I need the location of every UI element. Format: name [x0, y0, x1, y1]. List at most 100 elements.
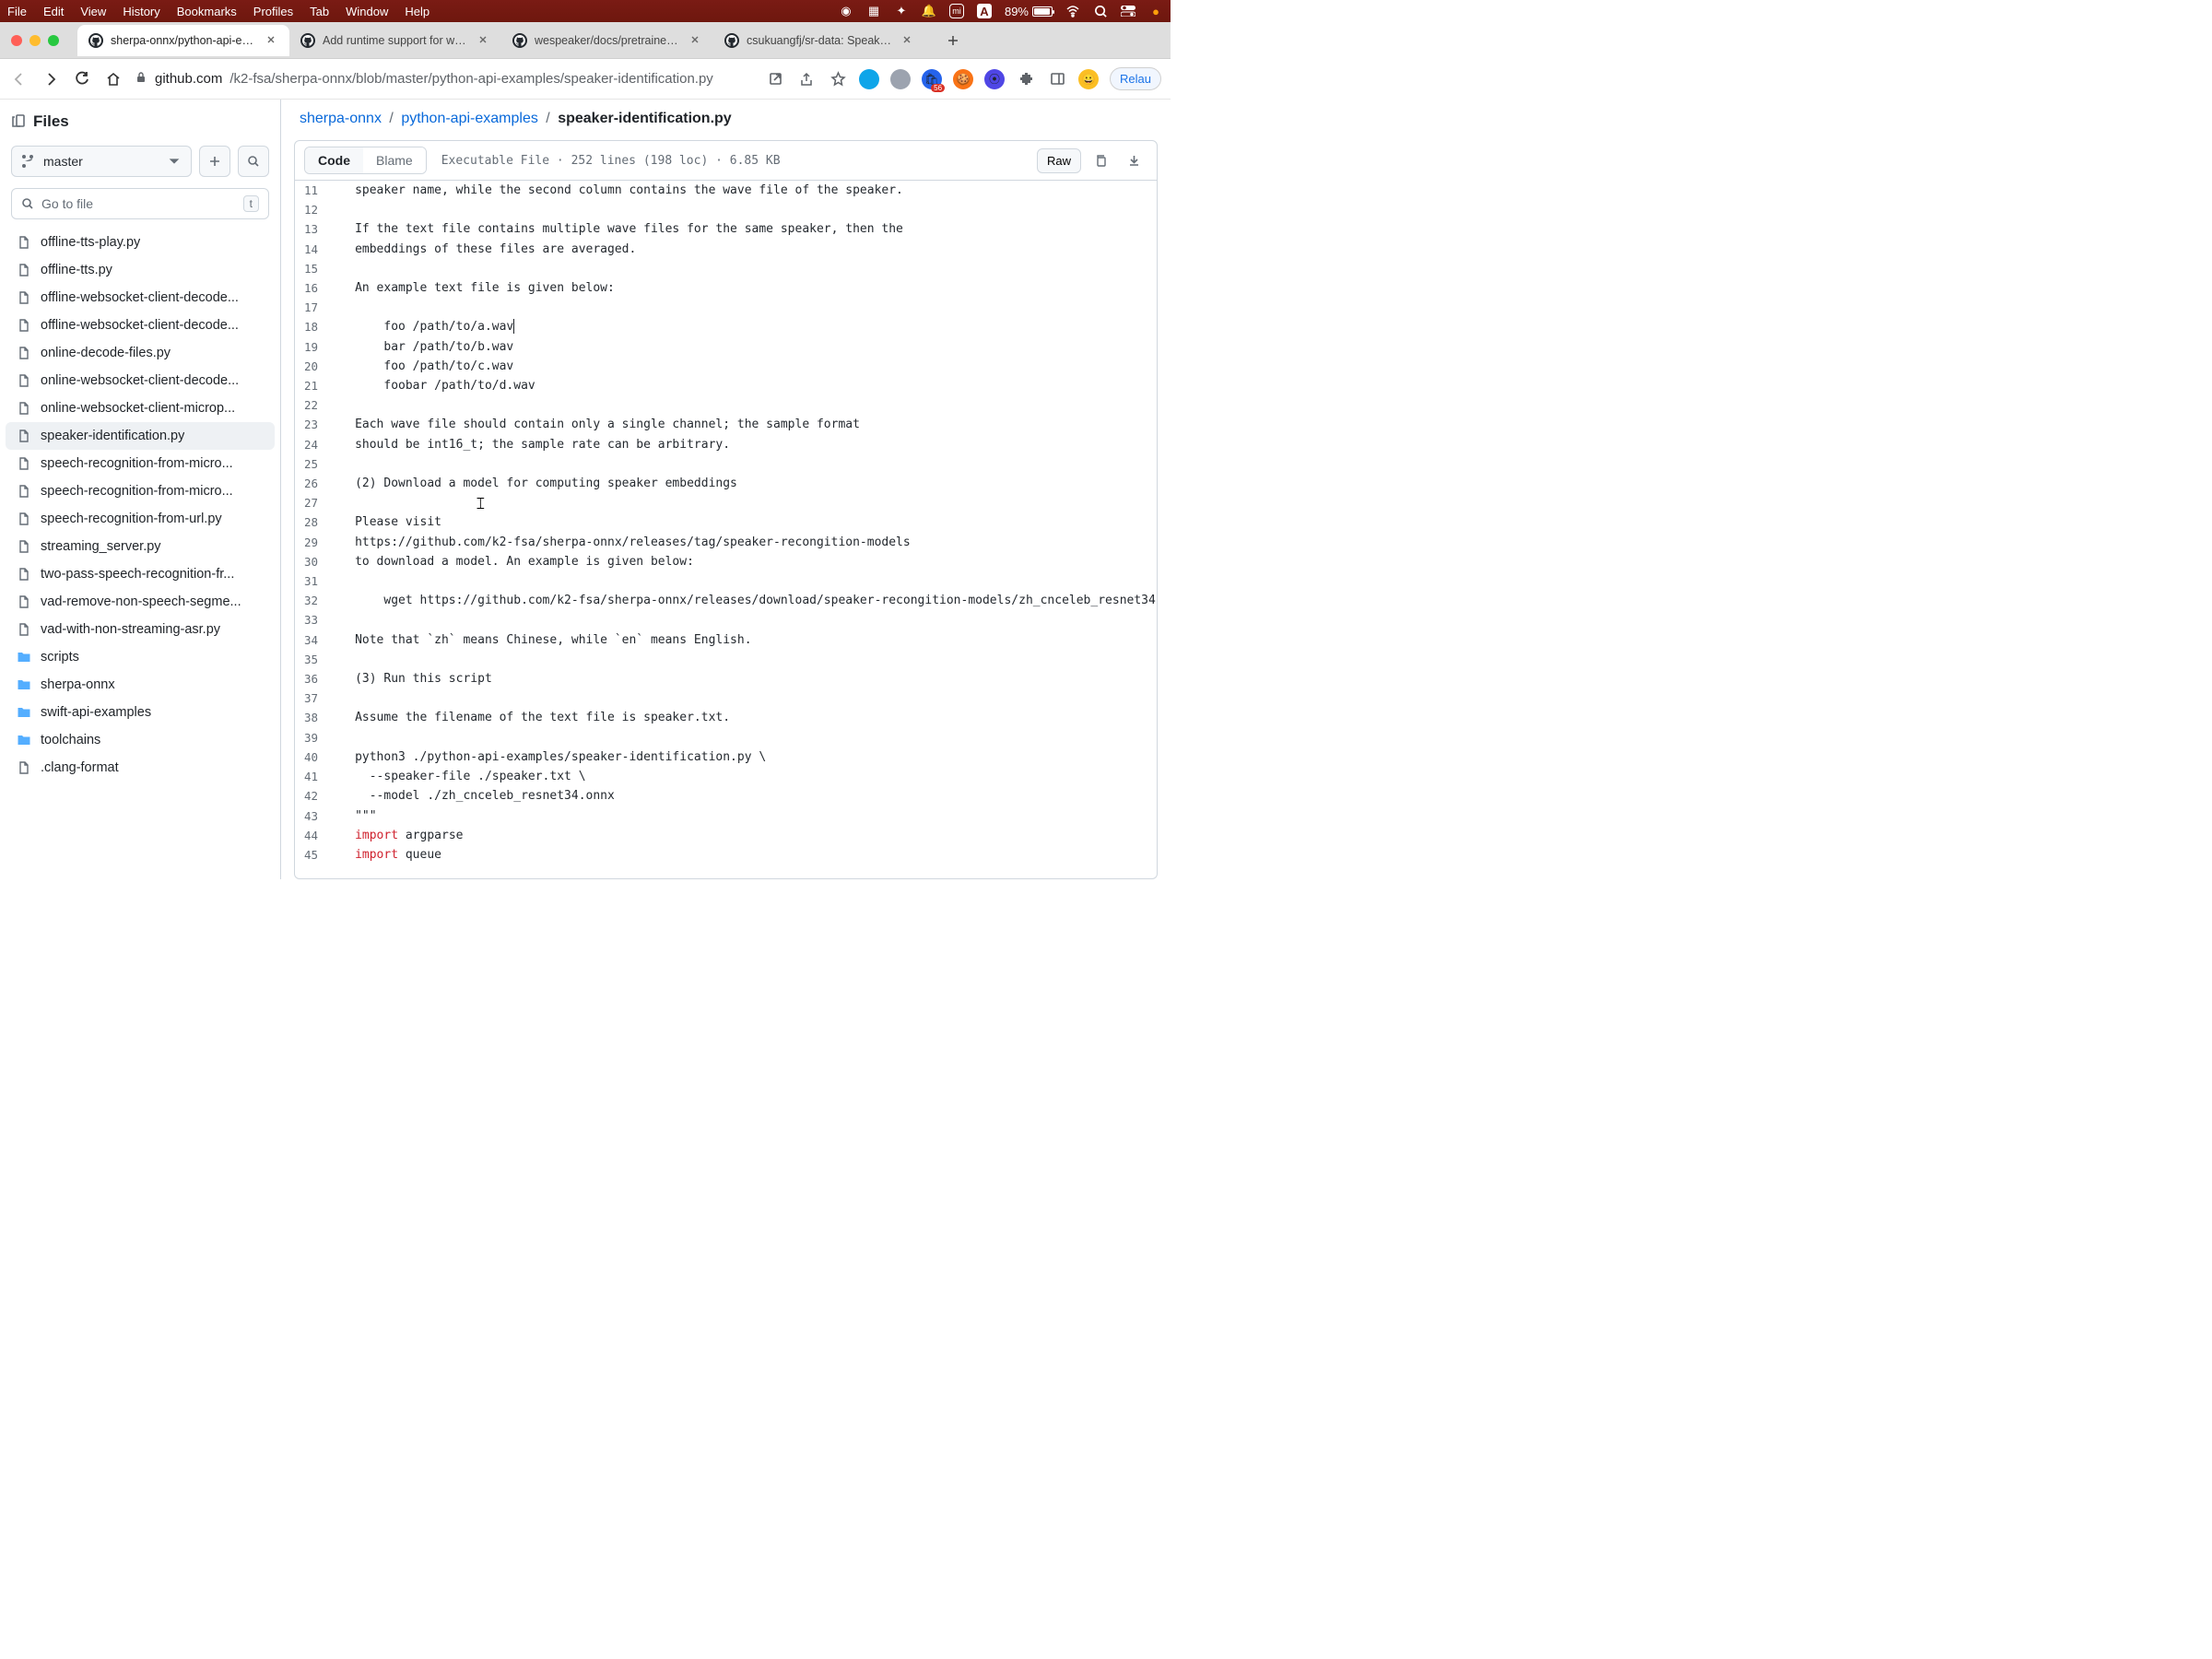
new-tab-button[interactable] — [940, 28, 966, 53]
tree-file[interactable]: speaker-identification.py — [6, 422, 275, 450]
tree-file[interactable]: vad-remove-non-speech-segme... — [0, 588, 280, 616]
code-line[interactable]: Note that `zh` means Chinese, while `en`… — [335, 630, 1158, 650]
file-tree[interactable]: offline-tts-play.pyoffline-tts.pyoffline… — [0, 229, 280, 879]
line-number[interactable]: 23 — [295, 415, 335, 434]
tree-file[interactable]: online-decode-files.py — [0, 339, 280, 367]
code-line[interactable]: If the text file contains multiple wave … — [335, 219, 1158, 239]
ext-3[interactable]: 56🛍 — [922, 69, 942, 89]
line-number[interactable]: 43 — [295, 806, 335, 826]
code-line[interactable]: import queue — [335, 845, 1158, 865]
line-number[interactable]: 16 — [295, 278, 335, 298]
share-icon[interactable] — [796, 69, 817, 89]
code-line[interactable]: (3) Run this script — [335, 669, 1158, 688]
tree-file[interactable]: offline-tts-play.py — [0, 229, 280, 256]
line-number[interactable]: 11 — [295, 181, 335, 200]
tree-file[interactable]: offline-websocket-client-decode... — [0, 284, 280, 312]
code-line[interactable]: should be int16_t; the sample rate can b… — [335, 435, 1158, 454]
search-files-button[interactable] — [238, 146, 269, 177]
tree-folder[interactable]: sherpa-onnx — [0, 671, 280, 699]
sidepanel-icon[interactable] — [1047, 69, 1067, 89]
code-viewer[interactable]: 11speaker name, while the second column … — [294, 181, 1158, 879]
line-number[interactable]: 25 — [295, 454, 335, 474]
tab-code[interactable]: Code — [305, 147, 363, 173]
add-file-button[interactable] — [199, 146, 230, 177]
ext-5[interactable]: ⦿ — [984, 69, 1005, 89]
tree-file[interactable]: online-websocket-client-decode... — [0, 367, 280, 394]
close-icon[interactable] — [477, 34, 490, 47]
tree-file[interactable]: offline-tts.py — [0, 256, 280, 284]
close-icon[interactable] — [689, 34, 702, 47]
traffic-min[interactable] — [29, 35, 41, 46]
tree-file[interactable]: vad-with-non-streaming-asr.py — [0, 616, 280, 643]
code-line[interactable]: Assume the filename of the text file is … — [335, 708, 1158, 727]
line-number[interactable]: 30 — [295, 552, 335, 571]
browser-tab[interactable]: sherpa-onnx/python-api-exam — [77, 25, 289, 56]
code-line[interactable] — [335, 454, 1158, 474]
code-line[interactable] — [335, 298, 1158, 317]
ext-2[interactable] — [890, 69, 911, 89]
code-line[interactable]: import argparse — [335, 826, 1158, 845]
menu-tab[interactable]: Tab — [310, 5, 329, 18]
tree-file[interactable]: speech-recognition-from-url.py — [0, 505, 280, 533]
menu-help[interactable]: Help — [405, 5, 429, 18]
browser-tab[interactable]: csukuangfj/sr-data: Speaker id — [713, 25, 925, 56]
menu-profiles[interactable]: Profiles — [253, 5, 293, 18]
code-line[interactable]: foo /path/to/a.wav — [335, 317, 1158, 336]
line-number[interactable]: 39 — [295, 728, 335, 747]
line-number[interactable]: 44 — [295, 826, 335, 845]
line-number[interactable]: 45 — [295, 845, 335, 865]
tab-blame[interactable]: Blame — [363, 147, 426, 173]
code-line[interactable]: https://github.com/k2-fsa/sherpa-onnx/re… — [335, 533, 1158, 552]
forward-button[interactable] — [41, 69, 61, 89]
line-number[interactable]: 28 — [295, 512, 335, 532]
menu-view[interactable]: View — [80, 5, 106, 18]
code-line[interactable]: An example text file is given below: — [335, 278, 1158, 298]
code-line[interactable]: foobar /path/to/d.wav — [335, 376, 1158, 395]
code-line[interactable] — [335, 259, 1158, 278]
spotlight-icon[interactable] — [1093, 4, 1108, 18]
tree-file[interactable]: offline-websocket-client-decode... — [0, 312, 280, 339]
tree-file[interactable]: speech-recognition-from-micro... — [0, 450, 280, 477]
goto-file-input[interactable]: Go to file t — [11, 188, 269, 219]
back-button[interactable] — [9, 69, 29, 89]
line-number[interactable]: 18 — [295, 317, 335, 336]
line-number[interactable]: 42 — [295, 786, 335, 806]
code-blame-toggle[interactable]: Code Blame — [304, 147, 427, 174]
extensions-icon[interactable] — [1016, 69, 1036, 89]
code-line[interactable]: bar /path/to/b.wav — [335, 337, 1158, 357]
line-number[interactable]: 33 — [295, 610, 335, 629]
line-number[interactable]: 41 — [295, 767, 335, 786]
close-icon[interactable] — [265, 34, 278, 47]
code-line[interactable]: --speaker-file ./speaker.txt \ — [335, 767, 1158, 786]
line-number[interactable]: 26 — [295, 474, 335, 493]
ext-4[interactable]: 🍪 — [953, 69, 973, 89]
code-line[interactable]: embeddings of these files are averaged. — [335, 240, 1158, 259]
tree-folder[interactable]: swift-api-examples — [0, 699, 280, 726]
copy-button[interactable] — [1087, 147, 1114, 174]
line-number[interactable]: 24 — [295, 435, 335, 454]
menu-history[interactable]: History — [123, 5, 159, 18]
code-line[interactable]: (2) Download a model for computing speak… — [335, 474, 1158, 493]
code-line[interactable] — [335, 395, 1158, 415]
open-external-icon[interactable] — [765, 69, 785, 89]
line-number[interactable]: 37 — [295, 688, 335, 708]
tree-file[interactable]: speech-recognition-from-micro... — [0, 477, 280, 505]
line-number[interactable]: 35 — [295, 650, 335, 669]
code-line[interactable] — [335, 610, 1158, 629]
code-line[interactable]: to download a model. An example is given… — [335, 552, 1158, 571]
download-button[interactable] — [1120, 147, 1147, 174]
tree-file[interactable]: two-pass-speech-recognition-fr... — [0, 560, 280, 588]
line-number[interactable]: 40 — [295, 747, 335, 767]
tree-file[interactable]: streaming_server.py — [0, 533, 280, 560]
code-line[interactable] — [335, 688, 1158, 708]
browser-tab[interactable]: wespeaker/docs/pretrained.md — [501, 25, 713, 56]
menu-bookmarks[interactable]: Bookmarks — [177, 5, 237, 18]
raw-button[interactable]: Raw — [1037, 148, 1081, 173]
line-number[interactable]: 36 — [295, 669, 335, 688]
line-number[interactable]: 22 — [295, 395, 335, 415]
line-number[interactable]: 15 — [295, 259, 335, 278]
code-line[interactable]: wget https://github.com/k2-fsa/sherpa-on… — [335, 591, 1158, 610]
traffic-max[interactable] — [48, 35, 59, 46]
code-line[interactable] — [335, 728, 1158, 747]
tree-folder[interactable]: scripts — [0, 643, 280, 671]
